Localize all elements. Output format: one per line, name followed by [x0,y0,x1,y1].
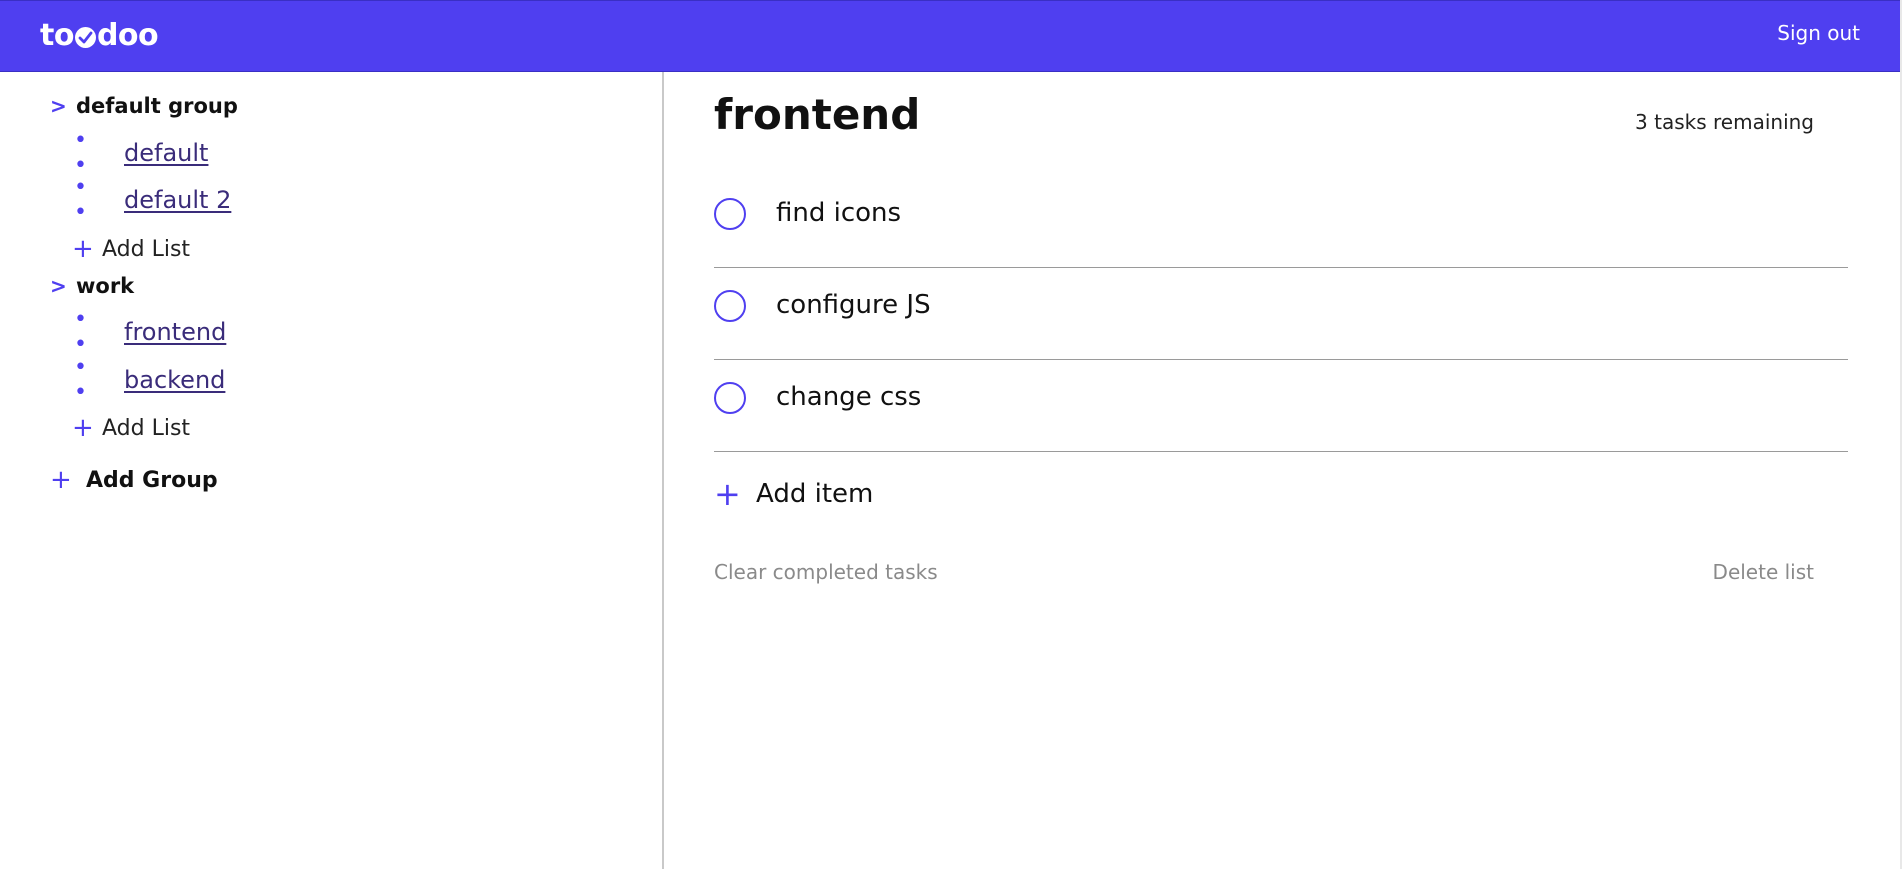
task-row: change css [714,360,1848,452]
add-list-button-work[interactable]: + Add List [72,413,190,443]
task-text[interactable]: change css [776,382,921,412]
group-name: default group [76,94,238,118]
sidebar-list-backend[interactable]: • • backend [74,355,225,405]
add-item-label: Add item [756,479,874,509]
list-link-default-2[interactable]: default 2 [124,186,231,214]
sidebar-list-default[interactable]: • • default [74,128,208,178]
tasks-remaining-count: 3 tasks remaining [1635,110,1814,134]
bullet-icon: • • [74,355,95,405]
chevron-right-icon[interactable]: > [50,94,76,118]
bullet-icon: • • [74,128,95,178]
add-group-button[interactable]: + Add Group [50,464,218,496]
logo-text-start: to [40,17,74,53]
add-list-label: Add List [102,415,191,441]
group-header-default-group[interactable]: > default group [50,91,238,121]
bullet-icon: • • [74,175,95,225]
task-row: find icons [714,176,1848,268]
bullet-icon: • • [74,307,95,357]
task-checkbox-circle-icon[interactable] [714,382,746,414]
main-panel: frontend 3 tasks remaining find icons co… [666,72,1900,869]
task-row: configure JS [714,268,1848,360]
group-name: work [76,274,135,298]
add-list-label: Add List [102,236,191,262]
task-text[interactable]: configure JS [776,290,931,320]
add-list-button-default-group[interactable]: + Add List [72,234,190,264]
logo-text-end: doo [96,17,159,53]
task-text[interactable]: find icons [776,198,901,228]
page-title: frontend [714,90,921,139]
list-link-default[interactable]: default [124,139,208,167]
add-item-button[interactable]: + Add item [714,475,874,513]
chevron-right-icon[interactable]: > [50,274,76,298]
plus-icon: + [72,413,94,443]
sidebar-list-frontend[interactable]: • • frontend [74,307,226,357]
sidebar: > default group • • default • • default … [0,72,664,869]
plus-icon: + [714,475,741,513]
toodoo-logo[interactable]: to doo [40,15,159,55]
task-checkbox-circle-icon[interactable] [714,198,746,230]
logo-check-icon [74,27,96,48]
group-header-work[interactable]: > work [50,271,134,301]
sidebar-list-default-2[interactable]: • • default 2 [74,175,231,225]
plus-icon: + [72,234,94,264]
list-link-backend[interactable]: backend [124,366,225,394]
add-group-label: Add Group [86,467,218,493]
task-checkbox-circle-icon[interactable] [714,290,746,322]
clear-completed-button[interactable]: Clear completed tasks [714,560,938,584]
top-navbar: to doo Sign out [0,0,1902,72]
plus-icon: + [50,465,72,495]
sign-out-link[interactable]: Sign out [1777,21,1860,45]
delete-list-button[interactable]: Delete list [1713,560,1814,584]
list-link-frontend[interactable]: frontend [124,318,226,346]
